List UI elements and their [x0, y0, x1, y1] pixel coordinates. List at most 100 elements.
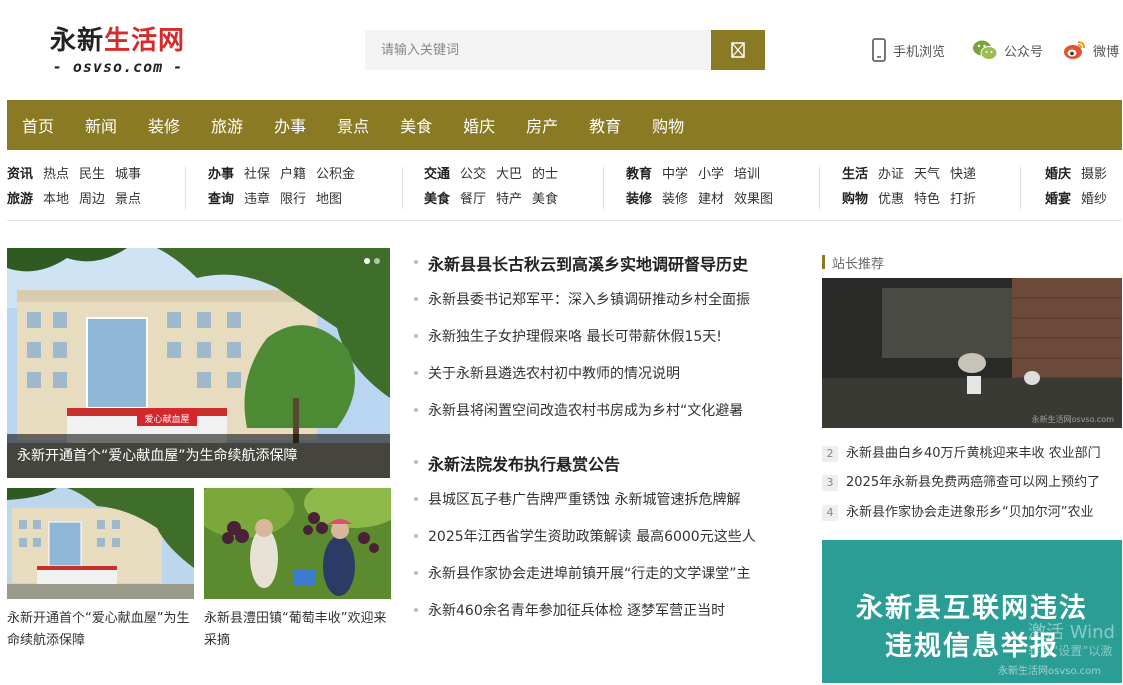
sidebar-list-text: 永新县作家协会走进象形乡“贝加尔河”农业: [846, 505, 1094, 520]
news-item[interactable]: 永新县委书记郑军平：深入乡镇调研推动乡村全面振: [414, 289, 804, 309]
nav-item-wedding[interactable]: 婚庆: [463, 113, 495, 137]
subnav-link[interactable]: 天气: [914, 167, 940, 182]
logo-title-red: 生活网: [104, 26, 186, 56]
mobile-browse-link[interactable]: 手机浏览: [871, 38, 945, 62]
sidebar-list-item[interactable]: 2 永新县曲白乡40万斤黄桃迎来丰收 农业部门: [822, 442, 1122, 462]
search-input[interactable]: [365, 30, 711, 70]
subnav-link[interactable]: 小学: [698, 167, 724, 182]
subnav-link[interactable]: 办证: [878, 167, 904, 182]
nav-item-home[interactable]: 首页: [22, 113, 54, 137]
mobile-browse-label: 手机浏览: [893, 44, 946, 60]
thumb-caption[interactable]: 永新县澧田镇“葡萄丰收”欢迎来采摘: [204, 608, 391, 652]
subnav-link[interactable]: 快递: [950, 167, 976, 182]
subnav-link[interactable]: 效果图: [734, 192, 773, 207]
subnav-link[interactable]: 公积金: [316, 167, 355, 182]
news-item[interactable]: 关于永新县遴选农村初中教师的情况说明: [414, 363, 804, 383]
subnav-link[interactable]: 美食: [532, 192, 558, 207]
subnav-link[interactable]: 婚纱: [1081, 192, 1107, 207]
news-headline[interactable]: 永新县县长古秋云到高溪乡实地调研督导历史: [414, 251, 748, 275]
logo-domain: - osvso.com -: [52, 58, 184, 76]
subnav-link[interactable]: 餐厅: [460, 192, 486, 207]
subnav-link[interactable]: 民生: [79, 167, 105, 182]
subnav-key: 购物: [842, 192, 869, 207]
subnav-link[interactable]: 热点: [43, 167, 69, 182]
subnav-link[interactable]: 违章: [244, 192, 270, 207]
subnav-group-wedding: 婚庆 摄影 婚宴 婚纱: [1045, 163, 1117, 213]
news-item[interactable]: 县城区瓦子巷广告牌严重锈蚀 永新城管速拆危牌解: [414, 489, 804, 509]
sidebar-list-item[interactable]: 4 永新县作家协会走进象形乡“贝加尔河”农业: [822, 501, 1122, 521]
thumb-grape-harvest[interactable]: [204, 488, 391, 599]
subnav-divider: [819, 167, 820, 209]
news-item[interactable]: 2025年江西省学生资助政策解读 最高6000元这些人: [414, 526, 804, 546]
subnav-key: 生活: [842, 167, 869, 182]
sidebar-featured-photo[interactable]: 永新生活网osvso.com: [822, 278, 1122, 428]
thumb-caption[interactable]: 永新开通首个“爱心献血屋”为生命续航添保障: [7, 608, 194, 652]
weibo-label: 微博: [1093, 44, 1120, 60]
subnav-link[interactable]: 限行: [280, 192, 306, 207]
nav-item-decoration[interactable]: 装修: [148, 113, 180, 137]
subnav-link[interactable]: 建材: [698, 192, 724, 207]
news-headline[interactable]: 永新法院发布执行悬赏公告: [414, 451, 620, 475]
news-item[interactable]: 永新县将闲置空间改造农村书房成为乡村“文化避暑: [414, 400, 804, 420]
wechat-label: 公众号: [1004, 44, 1044, 60]
subnav-link[interactable]: 优惠: [878, 192, 904, 207]
wechat-icon: [973, 40, 998, 60]
news-item[interactable]: 永新县作家协会走进埠前镇开展“行走的文学课堂”主: [414, 563, 804, 583]
subnav-divider: [185, 167, 186, 209]
subnav-link[interactable]: 特产: [496, 192, 522, 207]
subnav-link[interactable]: 户籍: [280, 167, 306, 182]
subnav-group-education: 教育 中学 小学 培训 装修 装修 建材 效果图: [626, 163, 783, 213]
activation-overlay-text: 激活 Wind: [1028, 622, 1115, 643]
subnav-link[interactable]: 景点: [115, 192, 141, 207]
subnav-link[interactable]: 周边: [79, 192, 105, 207]
subnav-link[interactable]: 本地: [43, 192, 69, 207]
wechat-link[interactable]: 公众号: [972, 38, 1043, 62]
activation-overlay-subtext: 转到“设置”以激: [1028, 644, 1113, 658]
slide-caption[interactable]: 永新开通首个“爱心献血屋”为生命续航添保障: [7, 434, 390, 478]
blood-house-sign: 爱心献血屋: [144, 413, 189, 425]
subnav-link[interactable]: 地图: [316, 192, 342, 207]
category-subnav: 资讯 热点 民生 城事 旅游 本地 周边 景点 办事 社保 户籍 公积金 查询 违章 限行 地图 交通公…: [7, 163, 1122, 221]
weibo-link[interactable]: 微博: [1063, 38, 1119, 62]
nav-item-shopping[interactable]: 购物: [652, 113, 684, 137]
nav-item-attractions[interactable]: 景点: [337, 113, 369, 137]
search-bar: [365, 30, 765, 70]
subnav-link[interactable]: 公交: [460, 167, 486, 182]
nav-item-travel[interactable]: 旅游: [211, 113, 243, 137]
subnav-key: 美食: [424, 192, 451, 207]
subnav-key: 教育: [626, 167, 653, 182]
sidebar-list-item[interactable]: 3 2025年永新县免费两癌筛查可以网上预约了: [822, 471, 1122, 491]
subnav-group-news: 资讯 热点 民生 城事 旅游 本地 周边 景点: [7, 163, 151, 213]
subnav-group-life: 生活 办证 天气 快递 购物 优惠 特色 打折: [842, 163, 986, 213]
subnav-link[interactable]: 的士: [532, 167, 558, 182]
subnav-link[interactable]: 大巴: [496, 167, 522, 182]
subnav-key: 婚宴: [1045, 192, 1072, 207]
subnav-link[interactable]: 中学: [662, 167, 688, 182]
nav-item-food[interactable]: 美食: [400, 113, 432, 137]
nav-item-services[interactable]: 办事: [274, 113, 306, 137]
subnav-key: 查询: [208, 192, 235, 207]
subnav-link[interactable]: 摄影: [1081, 167, 1107, 182]
subnav-link[interactable]: 装修: [662, 192, 688, 207]
search-button[interactable]: [711, 30, 765, 70]
site-logo[interactable]: 永新生活网 - osvso.com -: [34, 20, 204, 82]
news-item[interactable]: 永新460余名青年参加征兵体检 逐梦军营正当时: [414, 600, 804, 620]
subnav-link[interactable]: 打折: [950, 192, 976, 207]
subnav-link[interactable]: 培训: [734, 167, 760, 182]
nav-item-realestate[interactable]: 房产: [526, 113, 558, 137]
subnav-key: 办事: [208, 167, 235, 182]
nav-item-news[interactable]: 新闻: [85, 113, 117, 137]
sidebar-title: 站长推荐: [822, 253, 884, 272]
subnav-link[interactable]: 社保: [244, 167, 270, 182]
subnav-link[interactable]: 特色: [914, 192, 940, 207]
thumb-blood-house[interactable]: [7, 488, 194, 599]
report-banner[interactable]: 永新县互联网违法 违规信息举报 激活 Wind 转到“设置”以激 永新生活网os…: [822, 540, 1122, 683]
mobile-icon: [872, 38, 886, 62]
nav-item-education[interactable]: 教育: [589, 113, 621, 137]
news-item[interactable]: 永新独生子女护理假来咯 最长可带薪休假15天!: [414, 326, 804, 346]
featured-slideshow[interactable]: 爱心献血屋 永新开通首个“爱心献血屋”为生命续航添保障: [7, 248, 390, 478]
subnav-link[interactable]: 城事: [115, 167, 141, 182]
subnav-key: 资讯: [7, 167, 34, 182]
slide-dot[interactable]: [374, 258, 380, 264]
slide-dot[interactable]: [364, 258, 370, 264]
